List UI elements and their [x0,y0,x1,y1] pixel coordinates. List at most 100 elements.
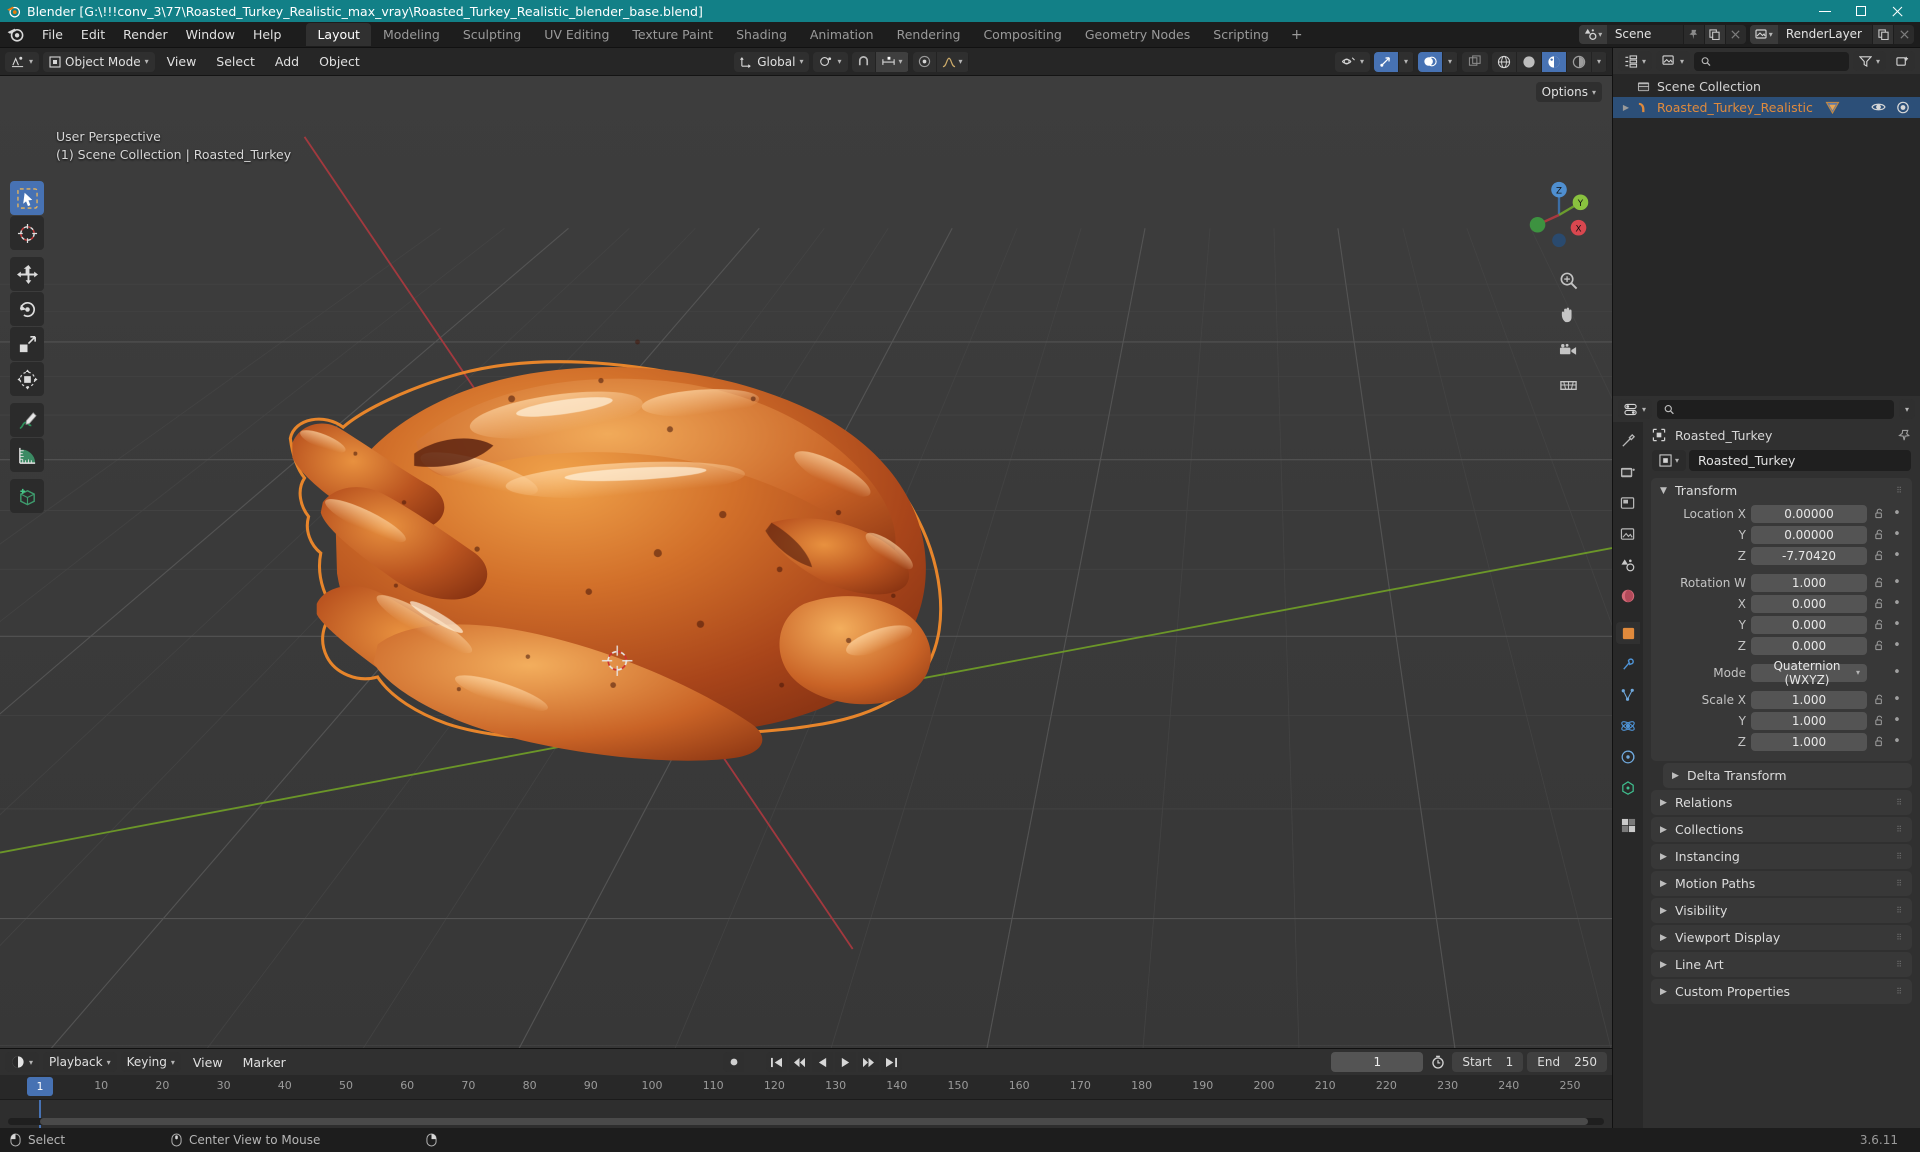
snap-magnet-toggle[interactable] [852,51,876,72]
add-cube-tool[interactable] [10,479,44,513]
animate-rotation-y-icon[interactable]: • [1891,618,1903,631]
tab-object[interactable] [1616,622,1640,644]
collections-panel[interactable]: ▶ Collections ⠿ [1651,817,1912,842]
scale-z-field[interactable]: 1.000 [1751,732,1867,751]
lock-location-z-icon[interactable] [1872,550,1886,561]
lock-scale-z-icon[interactable] [1872,736,1886,747]
delta-transform-panel[interactable]: ▶ Delta Transform [1663,763,1912,788]
scale-x-field[interactable]: 1.000 [1751,690,1867,709]
rotate-tool[interactable] [10,292,44,326]
outliner-display-mode-selector[interactable]: ▾ [1656,51,1691,71]
blender-menu-icon[interactable] [6,25,25,44]
transform-panel-header[interactable]: ▼ Transform ⠿ [1651,478,1912,503]
relations-panel[interactable]: ▶ Relations ⠿ [1651,790,1912,815]
view-layer-selector[interactable]: ▾ RenderLayer [1749,25,1914,44]
animate-location-y-icon[interactable]: • [1891,528,1903,541]
instancing-panel[interactable]: ▶ Instancing ⠿ [1651,844,1912,869]
lock-scale-y-icon[interactable] [1872,715,1886,726]
object-id-type-selector[interactable]: ▾ [1652,450,1686,471]
tab-geometry-nodes[interactable]: Geometry Nodes [1074,23,1201,46]
object-mode-selector[interactable]: Object Mode ▾ [43,51,155,72]
measure-tool[interactable] [10,438,44,472]
viewport-options-button[interactable]: Options ▾ [1535,82,1602,102]
pin-id-icon[interactable] [1898,429,1911,442]
show-gizmo-selector[interactable]: ▾ [1334,51,1370,72]
location-x-field[interactable]: 0.00000 [1751,504,1867,523]
xray-toggle[interactable] [1461,51,1488,72]
animate-rotation-x-icon[interactable]: • [1891,597,1903,610]
properties-search-input[interactable] [1679,402,1887,416]
mesh-triangle-icon[interactable] [1825,101,1840,115]
proportional-falloff-selector[interactable]: ▾ [937,51,969,72]
scale-y-field[interactable]: 1.000 [1751,711,1867,730]
navigation-gizmo[interactable]: Z Y X [1520,176,1598,254]
tab-scene[interactable] [1616,554,1640,576]
previous-keyframe-button[interactable] [789,1052,811,1072]
tab-animation[interactable]: Animation [799,23,885,46]
animate-scale-x-icon[interactable]: • [1891,693,1903,706]
shading-options-dropdown[interactable]: ▾ [1592,51,1607,72]
animate-scale-y-icon[interactable]: • [1891,714,1903,727]
disable-in-render-icon[interactable] [1896,101,1910,114]
toggle-perspective-ortho-icon[interactable] [1554,371,1582,399]
pivot-point-selector[interactable]: ▾ [813,51,848,72]
location-y-field[interactable]: 0.00000 [1751,525,1867,544]
animate-location-z-icon[interactable]: • [1891,549,1903,562]
tab-modifiers[interactable] [1616,653,1640,675]
tab-scripting[interactable]: Scripting [1202,23,1280,46]
cursor-tool[interactable] [10,216,44,250]
outliner-filter-button[interactable]: ▾ [1852,51,1886,71]
tab-physics[interactable] [1616,715,1640,737]
pin-scene-icon[interactable] [1682,25,1704,44]
tab-uv-editing[interactable]: UV Editing [533,23,620,46]
minimize-button[interactable] [1818,4,1832,18]
animate-scale-z-icon[interactable]: • [1891,735,1903,748]
custom-properties-panel[interactable]: ▶ Custom Properties ⠿ [1651,979,1912,1004]
location-z-field[interactable]: -7.70420 [1751,546,1867,565]
tab-object-data[interactable] [1616,777,1640,799]
tab-output[interactable] [1616,492,1640,514]
rotation-w-field[interactable]: 1.000 [1751,573,1867,592]
gizmo-toggle[interactable] [1373,51,1399,72]
viewport-menu-select[interactable]: Select [208,52,263,71]
jump-to-start-button[interactable] [766,1052,788,1072]
tab-tool[interactable] [1616,430,1640,452]
start-frame-field[interactable]: Start 1 [1452,1052,1524,1072]
overlays-toggle[interactable] [1417,51,1443,72]
menu-help[interactable]: Help [244,24,291,45]
menu-file[interactable]: File [33,24,72,45]
visibility-panel[interactable]: ▶ Visibility ⠿ [1651,898,1912,923]
close-button[interactable] [1890,4,1904,18]
tab-render[interactable] [1616,461,1640,483]
timeline-menu-view[interactable]: View [185,1053,231,1072]
rotation-mode-field[interactable]: Quaternion (WXYZ) ▾ [1751,659,1867,687]
maximize-button[interactable] [1854,4,1868,18]
timeline-menu-marker[interactable]: Marker [235,1053,294,1072]
new-view-layer-button[interactable] [1872,25,1893,44]
tab-shading[interactable]: Shading [725,23,798,46]
lock-rotation-z-icon[interactable] [1872,640,1886,651]
lock-rotation-w-icon[interactable] [1872,577,1886,588]
menu-window[interactable]: Window [177,24,244,45]
next-keyframe-button[interactable] [858,1052,880,1072]
add-workspace-button[interactable]: + [1281,24,1313,46]
rotation-z-field[interactable]: 0.000 [1751,636,1867,655]
use-preview-range-icon[interactable] [1427,1052,1448,1072]
snap-target-selector[interactable]: ▾ [875,51,909,72]
tab-layout[interactable]: Layout [306,23,371,46]
new-collection-button[interactable] [1890,51,1915,71]
tab-constraints[interactable] [1616,746,1640,768]
tab-texture-paint[interactable]: Texture Paint [621,23,724,46]
overlays-options-dropdown[interactable]: ▾ [1443,51,1458,72]
scale-tool[interactable] [10,327,44,361]
move-tool[interactable] [10,257,44,291]
viewport-menu-add[interactable]: Add [267,52,307,71]
auto-keying-button[interactable] [723,1052,745,1072]
transform-tool[interactable] [10,362,44,396]
rotation-y-field[interactable]: 0.000 [1751,615,1867,634]
properties-search-box[interactable] [1657,399,1894,419]
zoom-icon[interactable] [1554,266,1582,294]
tab-world[interactable] [1616,585,1640,607]
animate-location-x-icon[interactable]: • [1891,507,1903,520]
animate-rotation-w-icon[interactable]: • [1891,576,1903,589]
